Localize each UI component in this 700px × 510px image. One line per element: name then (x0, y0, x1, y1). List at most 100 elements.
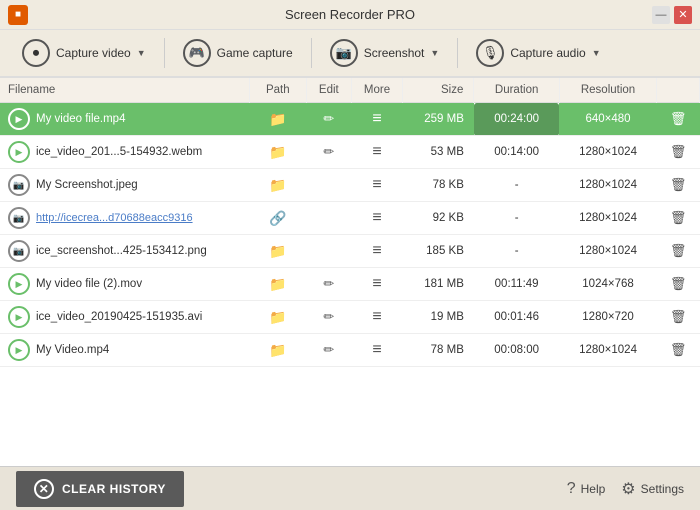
settings-button[interactable]: ⚙ Settings (621, 479, 684, 499)
minimize-button[interactable]: — (652, 6, 670, 24)
cell-resolution: 1280×1024 (559, 136, 656, 169)
help-icon: ? (567, 480, 576, 498)
open-path-button[interactable]: 📁 (268, 308, 287, 327)
edit-button[interactable]: ✏ (322, 110, 335, 128)
screenshot-label: Screenshot (364, 46, 425, 60)
cell-path: 📁 (249, 169, 306, 202)
cell-duration: 00:14:00 (474, 136, 559, 169)
more-button[interactable]: ≡ (371, 241, 382, 261)
edit-button[interactable]: ✏ (322, 308, 335, 326)
table-row[interactable]: ▶My video file.mp4📁✏≡259 MB00:24:00640×4… (0, 103, 700, 136)
header-duration: Duration (474, 78, 559, 103)
cell-size: 185 KB (403, 235, 474, 268)
game-capture-button[interactable]: 🎮 Game capture (173, 33, 303, 73)
open-path-button[interactable]: 📁 (268, 275, 287, 294)
filename-text: ice_screenshot...425-153412.png (36, 245, 207, 257)
settings-label: Settings (641, 482, 684, 496)
more-button[interactable]: ≡ (371, 307, 382, 327)
cell-filename: ▶My Video.mp4 (0, 334, 249, 367)
play-icon[interactable]: ▶ (8, 273, 30, 295)
open-path-button[interactable]: 📁 (268, 242, 287, 261)
delete-button[interactable]: 🗑 (669, 308, 688, 326)
cell-edit: ✏ (306, 301, 351, 334)
table-row[interactable]: 📷My Screenshot.jpeg📁≡78 KB-1280×1024🗑 (0, 169, 700, 202)
close-button[interactable]: ✕ (674, 6, 692, 24)
more-button[interactable]: ≡ (371, 142, 382, 162)
table-row[interactable]: 📷http://icecrea...d70688eacc9316🔗≡92 KB-… (0, 202, 700, 235)
cell-delete: 🗑 (657, 301, 700, 334)
delete-button[interactable]: 🗑 (669, 242, 688, 260)
play-icon[interactable]: ▶ (8, 306, 30, 328)
cell-resolution: 1280×1024 (559, 334, 656, 367)
header-filename: Filename (0, 78, 249, 103)
capture-video-button[interactable]: ⏺ Capture video ▼ (12, 33, 156, 73)
open-path-button[interactable]: 📁 (268, 143, 287, 162)
link-icon[interactable]: 🔗 (268, 209, 287, 228)
screenshot-type-icon: 📷 (8, 207, 30, 229)
delete-button[interactable]: 🗑 (669, 275, 688, 293)
play-icon[interactable]: ▶ (8, 141, 30, 163)
footer: ✕ CLEAR HISTORY ? Help ⚙ Settings (0, 466, 700, 510)
table-body: ▶My video file.mp4📁✏≡259 MB00:24:00640×4… (0, 103, 700, 367)
more-button[interactable]: ≡ (371, 274, 382, 294)
cell-delete: 🗑 (657, 235, 700, 268)
cell-edit: ✏ (306, 136, 351, 169)
table-row[interactable]: 📷ice_screenshot...425-153412.png 📁 ≡ 185 KB… (0, 235, 700, 268)
capture-video-icon: ⏺ (22, 39, 50, 67)
cell-size: 19 MB (403, 301, 474, 334)
cell-path: 📁 (249, 334, 306, 367)
table-row[interactable]: ▶ice_video_20190425-151935.avi📁✏≡19 MB00… (0, 301, 700, 334)
title-controls: — ✕ (652, 6, 692, 24)
capture-video-label: Capture video (56, 46, 131, 60)
screenshot-dropdown-icon: ▼ (430, 48, 439, 58)
edit-button[interactable]: ✏ (322, 275, 335, 293)
game-capture-icon: 🎮 (183, 39, 211, 67)
cell-delete: 🗑 (657, 169, 700, 202)
filename-text: My video file.mp4 (36, 113, 125, 125)
capture-audio-icon: 🎙 (476, 39, 504, 67)
cell-filename: ▶ice_video_20190425-151935.avi (0, 301, 249, 334)
open-path-button[interactable]: 📁 (268, 110, 287, 129)
screenshot-type-icon: 📷 (8, 174, 30, 196)
delete-button[interactable]: 🗑 (669, 110, 688, 128)
header-resolution: Resolution (559, 78, 656, 103)
play-icon[interactable]: ▶ (8, 339, 30, 361)
cell-resolution: 640×480 (559, 103, 656, 136)
cell-filename: 📷ice_screenshot...425-153412.png (0, 235, 249, 268)
more-button[interactable]: ≡ (371, 109, 382, 129)
header-more: More (351, 78, 402, 103)
cell-size: 78 KB (403, 169, 474, 202)
cell-duration: 00:11:49 (474, 268, 559, 301)
table-row[interactable]: ▶My video file (2).mov📁✏≡181 MB00:11:491… (0, 268, 700, 301)
delete-button[interactable]: 🗑 (669, 176, 688, 194)
clear-history-button[interactable]: ✕ CLEAR HISTORY (16, 471, 184, 507)
capture-audio-button[interactable]: 🎙 Capture audio ▼ (466, 33, 610, 73)
edit-button[interactable]: ✏ (322, 143, 335, 161)
screenshot-button[interactable]: 📷 Screenshot ▼ (320, 33, 450, 73)
more-button[interactable]: ≡ (371, 340, 382, 360)
edit-button[interactable]: ✏ (322, 341, 335, 359)
delete-button[interactable]: 🗑 (669, 143, 688, 161)
cell-filename: 📷My Screenshot.jpeg (0, 169, 249, 202)
cell-more: ≡ (351, 301, 402, 334)
cell-edit: ✏ (306, 103, 351, 136)
delete-button[interactable]: 🗑 (669, 209, 688, 227)
cell-filename: ▶ My video file.mp4 (0, 103, 249, 136)
gear-icon: ⚙ (621, 479, 635, 499)
cell-more: ≡ (351, 202, 402, 235)
cell-more: ≡ (351, 268, 402, 301)
header-edit: Edit (306, 78, 351, 103)
title-bar: ■ Screen Recorder PRO — ✕ (0, 0, 700, 30)
open-path-button[interactable]: 📁 (268, 341, 287, 360)
more-button[interactable]: ≡ (371, 175, 382, 195)
table-row[interactable]: ▶My Video.mp4📁✏≡78 MB00:08:001280×1024🗑 (0, 334, 700, 367)
delete-button[interactable]: 🗑 (669, 341, 688, 359)
app-icon: ■ (8, 5, 28, 25)
cell-size: 181 MB (403, 268, 474, 301)
cell-resolution: 1280×1024 (559, 202, 656, 235)
help-button[interactable]: ? Help (567, 480, 606, 498)
open-path-button[interactable]: 📁 (268, 176, 287, 195)
play-icon[interactable]: ▶ (8, 108, 30, 130)
more-button[interactable]: ≡ (371, 208, 382, 228)
table-row[interactable]: ▶ice_video_201...5-154932.webm📁✏≡53 MB00… (0, 136, 700, 169)
